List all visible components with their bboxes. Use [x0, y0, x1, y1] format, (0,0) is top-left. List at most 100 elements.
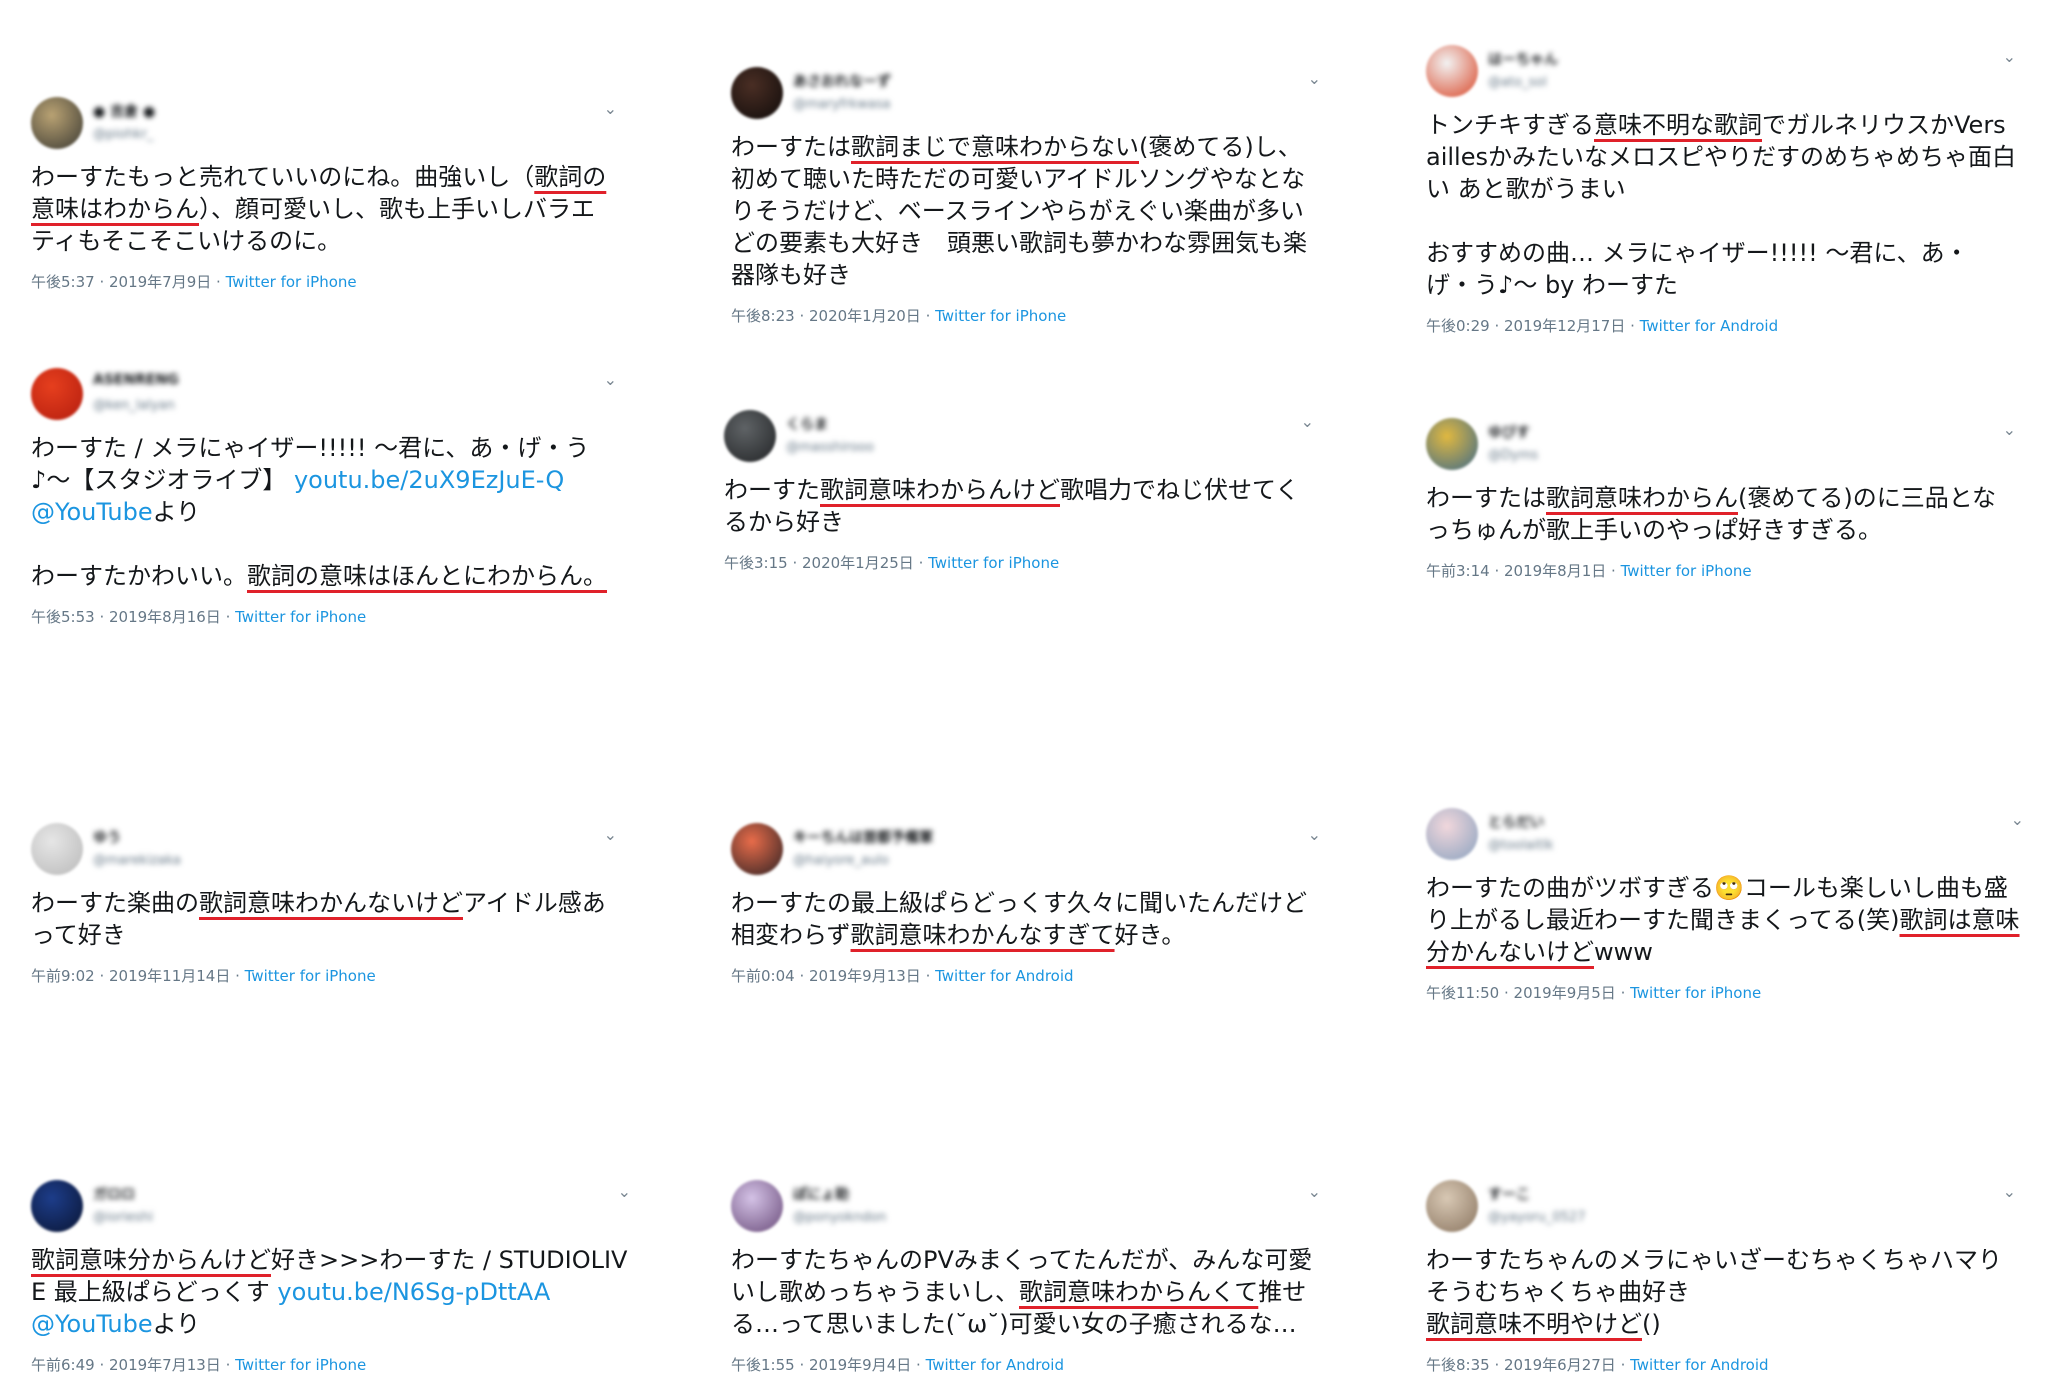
user-handle[interactable]: @iorieshi	[93, 1210, 153, 1225]
avatar[interactable]	[1426, 45, 1478, 97]
meta-separator: ·	[920, 307, 936, 325]
chevron-down-icon[interactable]: ⌄	[1308, 827, 1321, 843]
tweet-card: ASENRENG @ken_lalyan ⌄ わーすた / メラにゃイザー!!!…	[31, 368, 617, 627]
user-handle[interactable]: @Dyms	[1488, 448, 1538, 463]
user-handle[interactable]: @maryfrkwasa	[793, 97, 890, 112]
display-name[interactable]: ガロロ	[93, 1184, 135, 1204]
chevron-down-icon[interactable]: ⌄	[618, 1184, 631, 1200]
tweet-timestamp[interactable]: 午後8:23 · 2020年1月20日	[731, 307, 921, 325]
display-name[interactable]: ASENRENG	[93, 372, 179, 388]
tweet-timestamp[interactable]: 午後5:37 · 2019年7月9日	[31, 273, 211, 291]
chevron-down-icon[interactable]: ⌄	[1308, 1184, 1321, 1200]
tweet-source[interactable]: Twitter for iPhone	[935, 307, 1066, 325]
display-name[interactable]: はーちゃん	[1488, 49, 1558, 69]
highlighted-phrase: 歌詞意味わからんけど	[820, 476, 1060, 504]
tweet-header: ● 吉倉 ● @piohkr_ ⌄	[31, 97, 617, 155]
avatar[interactable]	[731, 823, 783, 875]
tweet-timestamp[interactable]: 午後0:29 · 2019年12月17日	[1426, 317, 1625, 335]
tweet-text-segment: トンチキすぎる	[1426, 111, 1594, 139]
display-name[interactable]: ゆびす	[1488, 422, 1530, 442]
tweet-source[interactable]: Twitter for iPhone	[226, 273, 357, 291]
tweet-text: わーすた / メラにゃイザー!!!!! 〜君に、あ・げ・う♪〜【スタジオライブ】…	[31, 432, 617, 592]
tweet-card: くらま @masshirooo ⌄ わーすた歌詞意味わからんけど歌唱力でねじ伏せ…	[724, 410, 1314, 573]
chevron-down-icon[interactable]: ⌄	[1301, 414, 1314, 430]
user-handle[interactable]: @ato_sol	[1488, 75, 1547, 90]
highlighted-phrase: 歌詞意味分からんけど	[31, 1246, 271, 1274]
avatar[interactable]	[31, 1180, 83, 1232]
tweet-source[interactable]: Twitter for iPhone	[245, 967, 376, 985]
tweet-timestamp[interactable]: 午前3:14 · 2019年8月1日	[1426, 562, 1606, 580]
chevron-down-icon[interactable]: ⌄	[2011, 812, 2024, 828]
user-handle[interactable]: @masshirooo	[786, 440, 874, 455]
user-handle[interactable]: @ponyokndon	[793, 1210, 886, 1225]
avatar[interactable]	[724, 410, 776, 462]
tweet-timestamp[interactable]: 午後11:50 · 2019年9月5日	[1426, 984, 1616, 1002]
tweet-link[interactable]: youtu.be/N6Sg-pDttAA	[277, 1278, 550, 1306]
display-name[interactable]: とらだい	[1488, 812, 1544, 832]
tweet-source[interactable]: Twitter for Android	[1630, 1356, 1768, 1374]
tweet-timestamp[interactable]: 午後3:15 · 2020年1月25日	[724, 554, 914, 572]
tweet-timestamp[interactable]: 午後5:53 · 2019年8月16日	[31, 608, 221, 626]
display-name[interactable]: すーこ	[1488, 1184, 1530, 1204]
tweet-source[interactable]: Twitter for iPhone	[1630, 984, 1761, 1002]
tweet-header: はーちゃん @ato_sol ⌄	[1426, 45, 2016, 103]
tweet-header: あさおれなーず @maryfrkwasa ⌄	[731, 67, 1321, 125]
tweet-meta: 午後5:37 · 2019年7月9日 · Twitter for iPhone	[31, 271, 617, 292]
tweet-meta: 午後0:29 · 2019年12月17日 · Twitter for Andro…	[1426, 315, 2016, 336]
tweet-text-segment: でガルネリウスかVersaillesかみたいなメロスピやりだすのめちゃめちゃ面白…	[1426, 111, 2016, 299]
chevron-down-icon[interactable]: ⌄	[604, 827, 617, 843]
tweet-source[interactable]: Twitter for iPhone	[235, 608, 366, 626]
user-handle[interactable]: @yayoru_0527	[1488, 1210, 1585, 1225]
tweet-source[interactable]: Twitter for Android	[935, 967, 1073, 985]
avatar[interactable]	[731, 67, 783, 119]
avatar[interactable]	[31, 97, 83, 149]
meta-separator: ·	[920, 967, 936, 985]
tweet-card: あさおれなーず @maryfrkwasa ⌄ わーすたは歌詞まじで意味わからない…	[731, 67, 1321, 326]
chevron-down-icon[interactable]: ⌄	[1308, 71, 1321, 87]
tweet-timestamp[interactable]: 午後1:55 · 2019年9月4日	[731, 1356, 911, 1374]
tweet-card: とらだい @toolaitlk ⌄ わーすたの曲がツボすぎる🙄コールも楽しいし曲…	[1426, 808, 2024, 1003]
tweet-header: ASENRENG @ken_lalyan ⌄	[31, 368, 617, 426]
chevron-down-icon[interactable]: ⌄	[2003, 1184, 2016, 1200]
chevron-down-icon[interactable]: ⌄	[2003, 422, 2016, 438]
display-name[interactable]: キーちんは首都予備軍	[793, 827, 933, 847]
tweet-link[interactable]: @YouTube	[31, 1310, 153, 1338]
display-name[interactable]: くらま	[786, 414, 828, 434]
tweet-link[interactable]: youtu.be/2uX9EzJuE-Q	[294, 466, 564, 494]
tweet-source[interactable]: Twitter for iPhone	[928, 554, 1059, 572]
tweet-timestamp[interactable]: 午前0:04 · 2019年9月13日	[731, 967, 921, 985]
tweet-meta: 午後3:15 · 2020年1月25日 · Twitter for iPhone	[724, 552, 1314, 573]
display-name[interactable]: あさおれなーず	[793, 71, 891, 91]
tweet-source[interactable]: Twitter for Android	[926, 1356, 1064, 1374]
avatar[interactable]	[1426, 1180, 1478, 1232]
tweet-source[interactable]: Twitter for iPhone	[1621, 562, 1752, 580]
tweet-link[interactable]: @YouTube	[31, 498, 153, 526]
tweet-header: キーちんは首都予備軍 @haiyore_aulo ⌄	[731, 823, 1321, 881]
chevron-down-icon[interactable]: ⌄	[2003, 49, 2016, 65]
user-handle[interactable]: @haiyore_aulo	[793, 853, 889, 868]
tweet-card: ゆう @marekizaka ⌄ わーすた楽曲の歌詞意味わかんないけどアイドル感…	[31, 823, 617, 986]
chevron-down-icon[interactable]: ⌄	[604, 101, 617, 117]
display-name[interactable]: ぽにょ助	[793, 1184, 849, 1204]
tweet-meta: 午後8:23 · 2020年1月20日 · Twitter for iPhone	[731, 305, 1321, 326]
tweet-text: わーすたは歌詞意味わからん(褒めてる)のに三品となっちゅんが歌上手いのやっぱ好き…	[1426, 482, 2016, 546]
user-handle[interactable]: @ken_lalyan	[93, 398, 175, 413]
avatar[interactable]	[1426, 808, 1478, 860]
user-handle[interactable]: @toolaitlk	[1488, 838, 1553, 853]
tweet-header: ガロロ @iorieshi ⌄	[31, 1180, 631, 1238]
tweet-source[interactable]: Twitter for Android	[1640, 317, 1778, 335]
display-name[interactable]: ● 吉倉 ●	[93, 101, 155, 121]
tweet-meta: 午前3:14 · 2019年8月1日 · Twitter for iPhone	[1426, 560, 2016, 581]
avatar[interactable]	[1426, 418, 1478, 470]
tweet-timestamp[interactable]: 午前9:02 · 2019年11月14日	[31, 967, 230, 985]
avatar[interactable]	[31, 368, 83, 420]
user-handle[interactable]: @marekizaka	[93, 853, 181, 868]
user-handle[interactable]: @piohkr_	[93, 127, 153, 142]
chevron-down-icon[interactable]: ⌄	[604, 372, 617, 388]
tweet-source[interactable]: Twitter for iPhone	[235, 1356, 366, 1374]
avatar[interactable]	[731, 1180, 783, 1232]
avatar[interactable]	[31, 823, 83, 875]
tweet-timestamp[interactable]: 午前6:49 · 2019年7月13日	[31, 1356, 221, 1374]
tweet-timestamp[interactable]: 午後8:35 · 2019年6月27日	[1426, 1356, 1616, 1374]
display-name[interactable]: ゆう	[93, 827, 121, 847]
